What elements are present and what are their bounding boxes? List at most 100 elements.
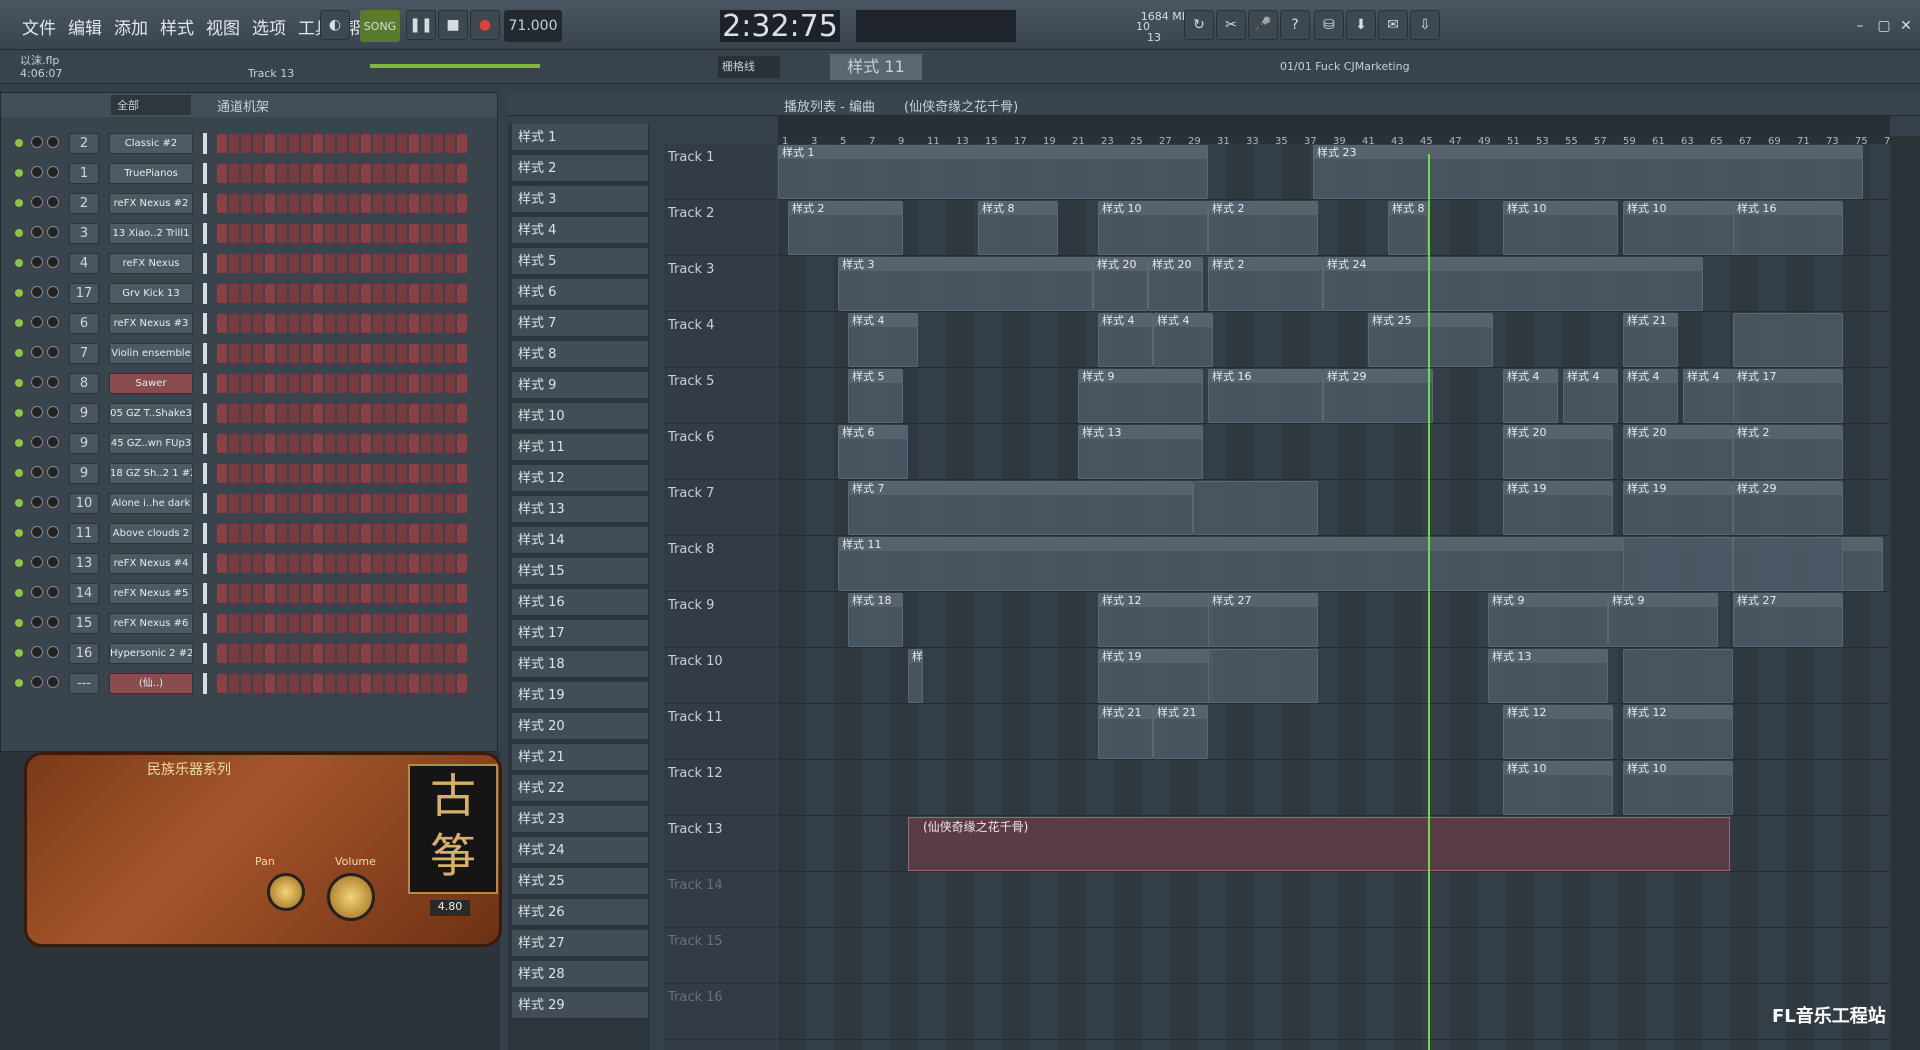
step-button[interactable] <box>253 554 263 573</box>
step-button[interactable] <box>241 674 251 693</box>
channel-row[interactable]: 2 Classic #2 <box>1 129 499 159</box>
step-button[interactable] <box>265 224 275 243</box>
step-button[interactable] <box>229 314 239 333</box>
channel-name-button[interactable]: reFX Nexus #6 <box>109 613 193 634</box>
step-button[interactable] <box>361 584 371 603</box>
step-button[interactable] <box>217 434 227 453</box>
step-button[interactable] <box>337 374 347 393</box>
pattern-clip[interactable]: 样式 9 <box>1078 369 1203 423</box>
step-button[interactable] <box>217 374 227 393</box>
step-button[interactable] <box>301 404 311 423</box>
step-button[interactable] <box>217 224 227 243</box>
channel-select-bar[interactable] <box>203 403 207 424</box>
pattern-clip[interactable] <box>1623 649 1733 703</box>
pan-knob-icon[interactable] <box>31 286 43 298</box>
mute-led-icon[interactable] <box>15 319 23 327</box>
step-button[interactable] <box>301 434 311 453</box>
step-button[interactable] <box>229 614 239 633</box>
step-button[interactable] <box>385 614 395 633</box>
step-button[interactable] <box>349 284 359 303</box>
step-button[interactable] <box>409 584 419 603</box>
mixer-track-number[interactable]: 2 <box>69 193 99 214</box>
step-button[interactable] <box>421 134 431 153</box>
step-button[interactable] <box>421 404 431 423</box>
step-button[interactable] <box>337 224 347 243</box>
pattern-clip[interactable]: 样式 23 <box>1313 145 1863 199</box>
channel-name-button[interactable]: Hypersonic 2 #2 <box>109 643 193 664</box>
mixer-track-number[interactable]: 7 <box>69 343 99 364</box>
step-button[interactable] <box>349 254 359 273</box>
channel-name-button[interactable]: TruePianos <box>109 163 193 184</box>
step-button[interactable] <box>433 644 443 663</box>
step-button[interactable] <box>421 554 431 573</box>
pattern-clip[interactable]: 样式 29 <box>1323 369 1433 423</box>
channel-select-bar[interactable] <box>203 523 207 544</box>
step-button[interactable] <box>241 524 251 543</box>
step-button[interactable] <box>313 674 323 693</box>
pattern-clip[interactable]: 样式 8 <box>908 649 923 703</box>
step-button[interactable] <box>313 284 323 303</box>
step-button[interactable] <box>289 674 299 693</box>
step-button[interactable] <box>457 524 467 543</box>
channel-name-button[interactable]: 05 GZ T..Shake3 <box>109 403 193 424</box>
volume-knob-icon[interactable] <box>47 136 59 148</box>
step-button[interactable] <box>445 314 455 333</box>
step-button[interactable] <box>361 194 371 213</box>
channel-row[interactable]: 16 Hypersonic 2 #2 <box>1 639 499 669</box>
step-button[interactable] <box>457 644 467 663</box>
step-button[interactable] <box>361 134 371 153</box>
step-button[interactable] <box>277 494 287 513</box>
pattern-item[interactable]: 样式 5 <box>512 248 648 275</box>
mute-led-icon[interactable] <box>15 649 23 657</box>
mute-led-icon[interactable] <box>15 409 23 417</box>
pattern-item[interactable]: 样式 23 <box>512 806 648 833</box>
step-button[interactable] <box>313 344 323 363</box>
step-button[interactable] <box>421 674 431 693</box>
step-button[interactable] <box>325 374 335 393</box>
channel-name-button[interactable]: 45 GZ..wn FUp3 <box>109 433 193 454</box>
step-button[interactable] <box>229 164 239 183</box>
mute-led-icon[interactable] <box>15 499 23 507</box>
step-button[interactable] <box>445 494 455 513</box>
step-button[interactable] <box>433 374 443 393</box>
step-button[interactable] <box>229 374 239 393</box>
pattern-selector[interactable]: 样式 11 <box>830 54 922 80</box>
channel-select-bar[interactable] <box>203 463 207 484</box>
pan-knob-icon[interactable] <box>31 196 43 208</box>
pattern-item[interactable]: 样式 8 <box>512 341 648 368</box>
step-button[interactable] <box>253 374 263 393</box>
pattern-clip[interactable]: 样式 19 <box>1623 481 1733 535</box>
channel-row[interactable]: 9 18 GZ Sh..2 1 #2 <box>1 459 499 489</box>
pattern-item[interactable]: 样式 25 <box>512 868 648 895</box>
step-button[interactable] <box>349 344 359 363</box>
step-button[interactable] <box>397 524 407 543</box>
pattern-item[interactable]: 样式 11 <box>512 434 648 461</box>
step-button[interactable] <box>265 344 275 363</box>
step-button[interactable] <box>337 314 347 333</box>
mute-led-icon[interactable] <box>15 259 23 267</box>
channel-row[interactable]: 4 reFX Nexus <box>1 249 499 279</box>
step-button[interactable] <box>349 644 359 663</box>
step-button[interactable] <box>325 164 335 183</box>
channel-select-bar[interactable] <box>203 553 207 574</box>
step-button[interactable] <box>349 464 359 483</box>
step-button[interactable] <box>229 224 239 243</box>
step-button[interactable] <box>313 524 323 543</box>
mute-led-icon[interactable] <box>15 229 23 237</box>
mixer-track-number[interactable]: 1 <box>69 163 99 184</box>
channel-name-button[interactable]: Above clouds 2 <box>109 523 193 544</box>
step-button[interactable] <box>421 644 431 663</box>
pan-knob-icon[interactable] <box>31 376 43 388</box>
step-button[interactable] <box>325 494 335 513</box>
mixer-track-number[interactable]: 14 <box>69 583 99 604</box>
step-button[interactable] <box>301 644 311 663</box>
step-button[interactable] <box>289 494 299 513</box>
vertical-scrollbar[interactable] <box>1890 136 1920 1050</box>
refresh-icon[interactable]: ↻ <box>1184 10 1214 40</box>
step-button[interactable] <box>457 434 467 453</box>
step-button[interactable] <box>349 224 359 243</box>
step-button[interactable] <box>313 404 323 423</box>
step-button[interactable] <box>265 254 275 273</box>
step-button[interactable] <box>277 464 287 483</box>
step-button[interactable] <box>337 254 347 273</box>
